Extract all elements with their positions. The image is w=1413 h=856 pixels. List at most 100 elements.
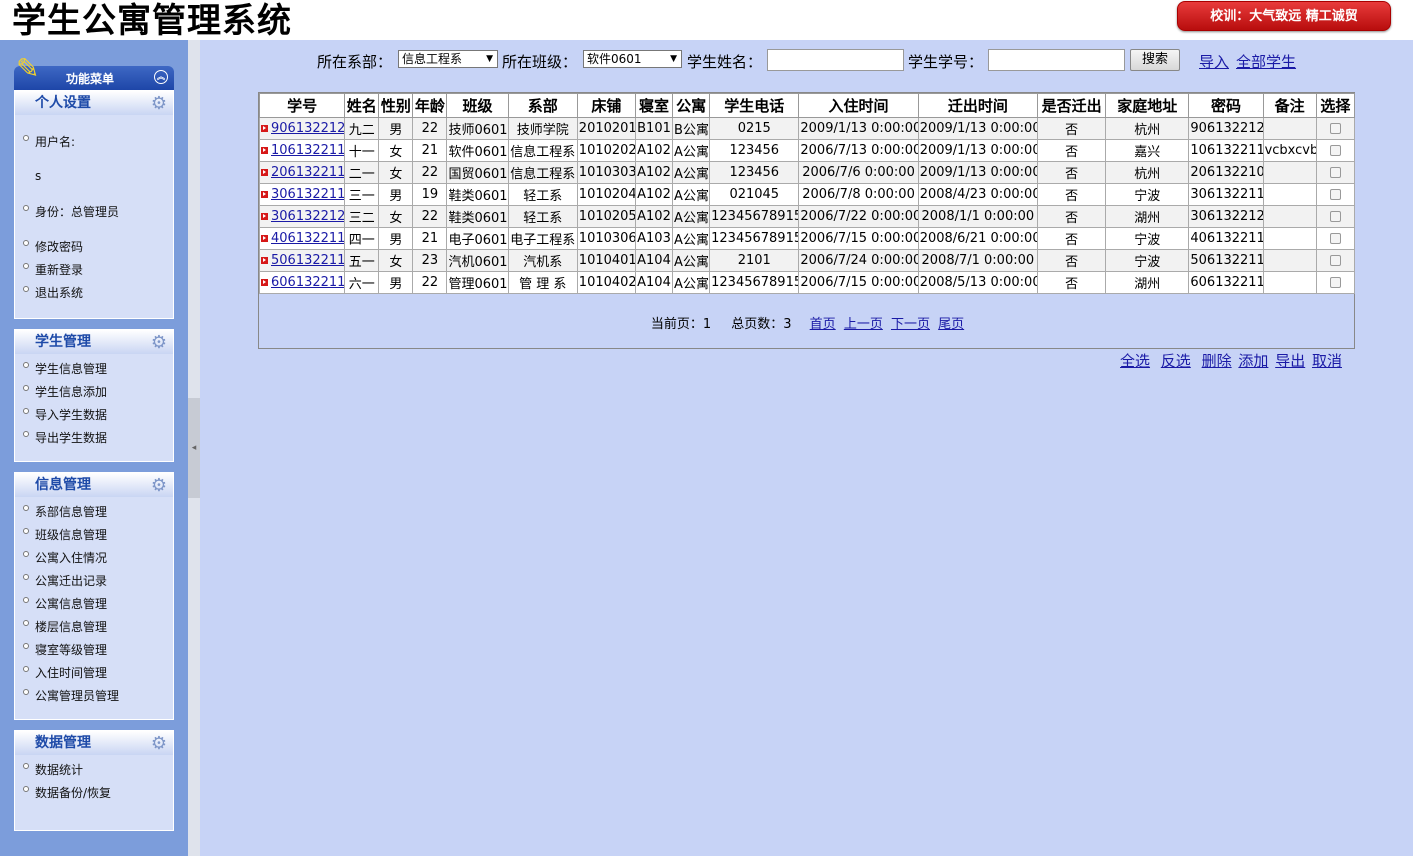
function-menu-header[interactable]: ✎ 功能菜单 ︽ [14,52,174,90]
sidebar-item-class-info[interactable]: 班级信息管理 [15,528,173,543]
sidebar-item-student-info[interactable]: 学生信息管理 [15,362,173,377]
student-id-input[interactable] [988,49,1125,71]
student-id-link[interactable]: 906132212 [271,121,344,136]
row-checkbox[interactable] [1329,189,1341,200]
row-checkbox[interactable] [1329,145,1341,156]
student-id-link[interactable]: 306132211 [271,187,344,202]
name-label: 学生姓名： [687,53,763,71]
select-cell [1315,183,1356,206]
sidebar-item-checkout-records[interactable]: 公寓迁出记录 [15,574,173,589]
search-button[interactable]: 搜索 [1130,49,1180,71]
table-cell: 123456 [709,161,800,184]
table-cell: 电子0601 [446,227,509,250]
sidebar-item-logout[interactable]: 退出系统 [15,286,173,301]
table-cell: 鞋类0601 [446,205,509,228]
add-link[interactable]: 添加 [1238,352,1268,370]
table-cell: 汽机0601 [446,249,509,272]
student-id-link[interactable]: 506132211 [271,253,344,268]
student-id-link[interactable]: 306132212 [271,209,344,224]
next-page-link[interactable]: 下一页 [891,317,930,332]
table-cell: A公寓 [672,271,711,294]
table-cell: 2009/1/13 0:00:00 [917,117,1039,140]
table-cell: A公寓 [672,161,711,184]
sidebar-item-relogin[interactable]: 重新登录 [15,263,173,278]
student-id-link[interactable]: 606132211 [271,275,344,290]
table-cell: 技师学院 [507,117,578,140]
select-cell [1315,139,1356,162]
table-cell: A公寓 [672,227,711,250]
sidebar-item-apartment-info[interactable]: 公寓信息管理 [15,597,173,612]
table-cell: 2006/7/6 0:00:00 [798,161,919,184]
dept-select[interactable]: 信息工程系 ▼ [398,50,498,68]
cancel-link[interactable]: 取消 [1312,352,1342,370]
sidebar-item-checkin-status[interactable]: 公寓入住情况 [15,551,173,566]
table-cell: 三二 [344,205,380,228]
row-checkbox[interactable] [1329,255,1341,266]
table-cell: B公寓 [672,117,711,140]
student-id-link[interactable]: 106132211 [271,143,344,158]
select-all-link[interactable]: 全选 [1120,352,1150,370]
row-checkbox[interactable] [1329,123,1341,134]
table-cell: 1010306 [576,227,636,250]
table-cell: 否 [1036,139,1107,162]
arrow-right-icon [261,169,268,176]
table-cell: 二一 [344,161,380,184]
table-cell: 女 [378,161,414,184]
table-cell: 1010204 [576,183,636,206]
prev-page-link[interactable]: 上一页 [844,317,883,332]
sidebar-item-change-password[interactable]: 修改密码 [15,240,173,255]
last-page-link[interactable]: 尾页 [938,317,964,332]
export-link[interactable]: 导出 [1275,352,1305,370]
collapse-icon[interactable]: ︽ [154,70,168,84]
row-checkbox[interactable] [1329,233,1341,244]
sidebar-item-student-add[interactable]: 学生信息添加 [15,385,173,400]
arrow-right-icon [261,279,268,286]
table-cell: 宁波 [1105,227,1190,250]
row-checkbox[interactable] [1329,277,1341,288]
table-cell: 22 [412,161,448,184]
student-name-input[interactable] [767,49,904,71]
first-page-link[interactable]: 首页 [810,317,836,332]
class-select[interactable]: 软件0601 ▼ [583,50,682,68]
table-row: 306132212 三二女 22 鞋类0601 轻工系 1010205 A102 A公寓 123… [258,205,1356,228]
sidebar-item-statistics[interactable]: 数据统计 [15,763,173,778]
sidebar-item-export-students[interactable]: 导出学生数据 [15,431,173,446]
arrow-right-icon [261,213,268,220]
collapse-sidebar-toggle[interactable]: ◂ [188,398,200,498]
student-id-link[interactable]: 406132211 [271,231,344,246]
sidebar-item-checkin-time[interactable]: 入住时间管理 [15,666,173,681]
row-checkbox[interactable] [1329,167,1341,178]
sidebar-item-backup-restore[interactable]: 数据备份/恢复 [15,786,173,801]
table-cell: A102 [634,139,674,162]
table-cell: 五一 [344,249,380,272]
panel-student-management: 学生管理 ⚙ 学生信息管理 学生信息添加 导入学生数据 导出学生数据 [14,329,174,462]
sidebar-item-import-students[interactable]: 导入学生数据 [15,408,173,423]
sidebar-item-dept-info[interactable]: 系部信息管理 [15,505,173,520]
all-students-link[interactable]: 全部学生 [1236,51,1296,72]
invert-selection-link[interactable]: 反选 [1161,352,1191,370]
sidebar-item-room-grade[interactable]: 寝室等级管理 [15,643,173,658]
table-cell: 406132211 [1188,227,1264,250]
student-id-cell: 606132211 [258,271,346,294]
sidebar-item-apartment-admins[interactable]: 公寓管理员管理 [15,689,173,704]
class-label: 所在班级： [502,53,578,71]
table-cell: A102 [634,161,674,184]
table-cell: 信息工程系 [507,139,578,162]
delete-link[interactable]: 删除 [1202,352,1232,370]
import-link[interactable]: 导入 [1199,51,1229,72]
pager: 当前页：1 总页数：3 首页 上一页 下一页 尾页 [259,313,1356,332]
student-id-cell: 206132211 [258,161,346,184]
table-cell: 12345678915 [709,227,800,250]
student-id-link[interactable]: 206132211 [271,165,344,180]
select-cell [1315,205,1356,228]
table-cell: 湖州 [1105,271,1190,294]
class-select-value: 软件0601 [587,52,642,66]
row-checkbox[interactable] [1329,211,1341,222]
table-cell: A104 [634,249,674,272]
column-header: 性别 [378,93,414,118]
sidebar-item-floor-info[interactable]: 楼层信息管理 [15,620,173,635]
table-cell: 2006/7/24 0:00:00 [798,249,919,272]
table-cell: 106132211 [1188,139,1264,162]
table-row: 406132211 四一男 21 电子0601 电子工程系 1010306 A103 A公寓 1… [258,227,1356,250]
panel-data-management: 数据管理 ⚙ 数据统计 数据备份/恢复 [14,730,174,831]
